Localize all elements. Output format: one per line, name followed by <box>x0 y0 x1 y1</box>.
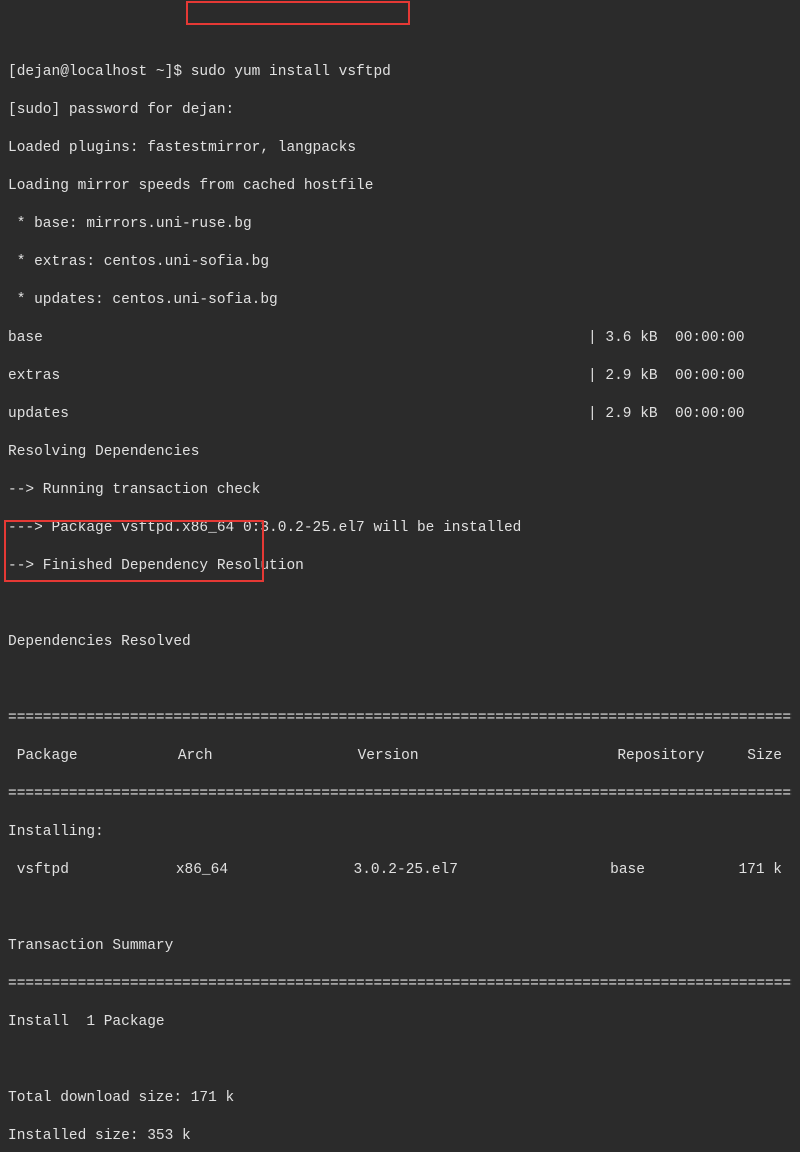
install-count-line: Install 1 Package <box>8 1013 792 1032</box>
installing-label: Installing: <box>8 823 792 842</box>
col-repository: Repository <box>617 747 747 766</box>
mirror-base-line: * base: mirrors.uni-ruse.bg <box>8 215 792 234</box>
blank-line <box>8 899 792 918</box>
finished-line: --> Finished Dependency Resolution <box>8 557 792 576</box>
cell-repository: base <box>610 861 738 880</box>
repo-size: | 2.9 kB 00:00:00 <box>588 368 745 384</box>
separator-line: ========================================… <box>8 975 792 994</box>
repo-size: | 2.9 kB 00:00:00 <box>588 406 745 422</box>
cell-package: vsftpd <box>8 861 176 880</box>
blank-line <box>8 1051 792 1070</box>
table-header: PackageArchVersionRepositorySize <box>8 747 792 766</box>
col-version: Version <box>358 747 618 766</box>
prompt-userhost: [dejan@localhost ~]$ <box>8 64 182 80</box>
repo-row: base| 3.6 kB 00:00:00 <box>8 329 792 348</box>
loading-line: Loading mirror speeds from cached hostfi… <box>8 177 792 196</box>
repo-name: updates <box>8 405 588 424</box>
deps-resolved-line: Dependencies Resolved <box>8 633 792 652</box>
check-line: --> Running transaction check <box>8 481 792 500</box>
blank-line <box>8 671 792 690</box>
col-arch: Arch <box>178 747 358 766</box>
cell-arch: x86_64 <box>176 861 354 880</box>
plugins-line: Loaded plugins: fastestmirror, langpacks <box>8 139 792 158</box>
table-row: vsftpdx86_643.0.2-25.el7base171 k <box>8 861 792 880</box>
installed-size-line: Installed size: 353 k <box>8 1127 792 1146</box>
command-text: sudo yum install vsftpd <box>191 64 391 80</box>
resolving-line: Resolving Dependencies <box>8 443 792 462</box>
sudo-password-line: [sudo] password for dejan: <box>8 101 792 120</box>
prompt-line: [dejan@localhost ~]$ sudo yum install vs… <box>8 63 792 82</box>
highlight-command-box <box>186 1 410 25</box>
download-size-line: Total download size: 171 k <box>8 1089 792 1108</box>
repo-name: base <box>8 329 588 348</box>
separator-line: ========================================… <box>8 785 792 804</box>
cell-size: 171 k <box>738 861 792 880</box>
repo-row: updates| 2.9 kB 00:00:00 <box>8 405 792 424</box>
mirror-updates-line: * updates: centos.uni-sofia.bg <box>8 291 792 310</box>
col-package: Package <box>8 747 178 766</box>
repo-name: extras <box>8 367 588 386</box>
mirror-extras-line: * extras: centos.uni-sofia.bg <box>8 253 792 272</box>
terminal-window[interactable]: [dejan@localhost ~]$ sudo yum install vs… <box>0 0 800 1152</box>
tx-summary-line: Transaction Summary <box>8 937 792 956</box>
pkg-line: ---> Package vsftpd.x86_64 0:3.0.2-25.el… <box>8 519 792 538</box>
blank-line <box>8 595 792 614</box>
col-size: Size <box>747 747 792 766</box>
separator-line: ========================================… <box>8 709 792 728</box>
repo-row: extras| 2.9 kB 00:00:00 <box>8 367 792 386</box>
repo-size: | 3.6 kB 00:00:00 <box>588 330 745 346</box>
cell-version: 3.0.2-25.el7 <box>354 861 611 880</box>
